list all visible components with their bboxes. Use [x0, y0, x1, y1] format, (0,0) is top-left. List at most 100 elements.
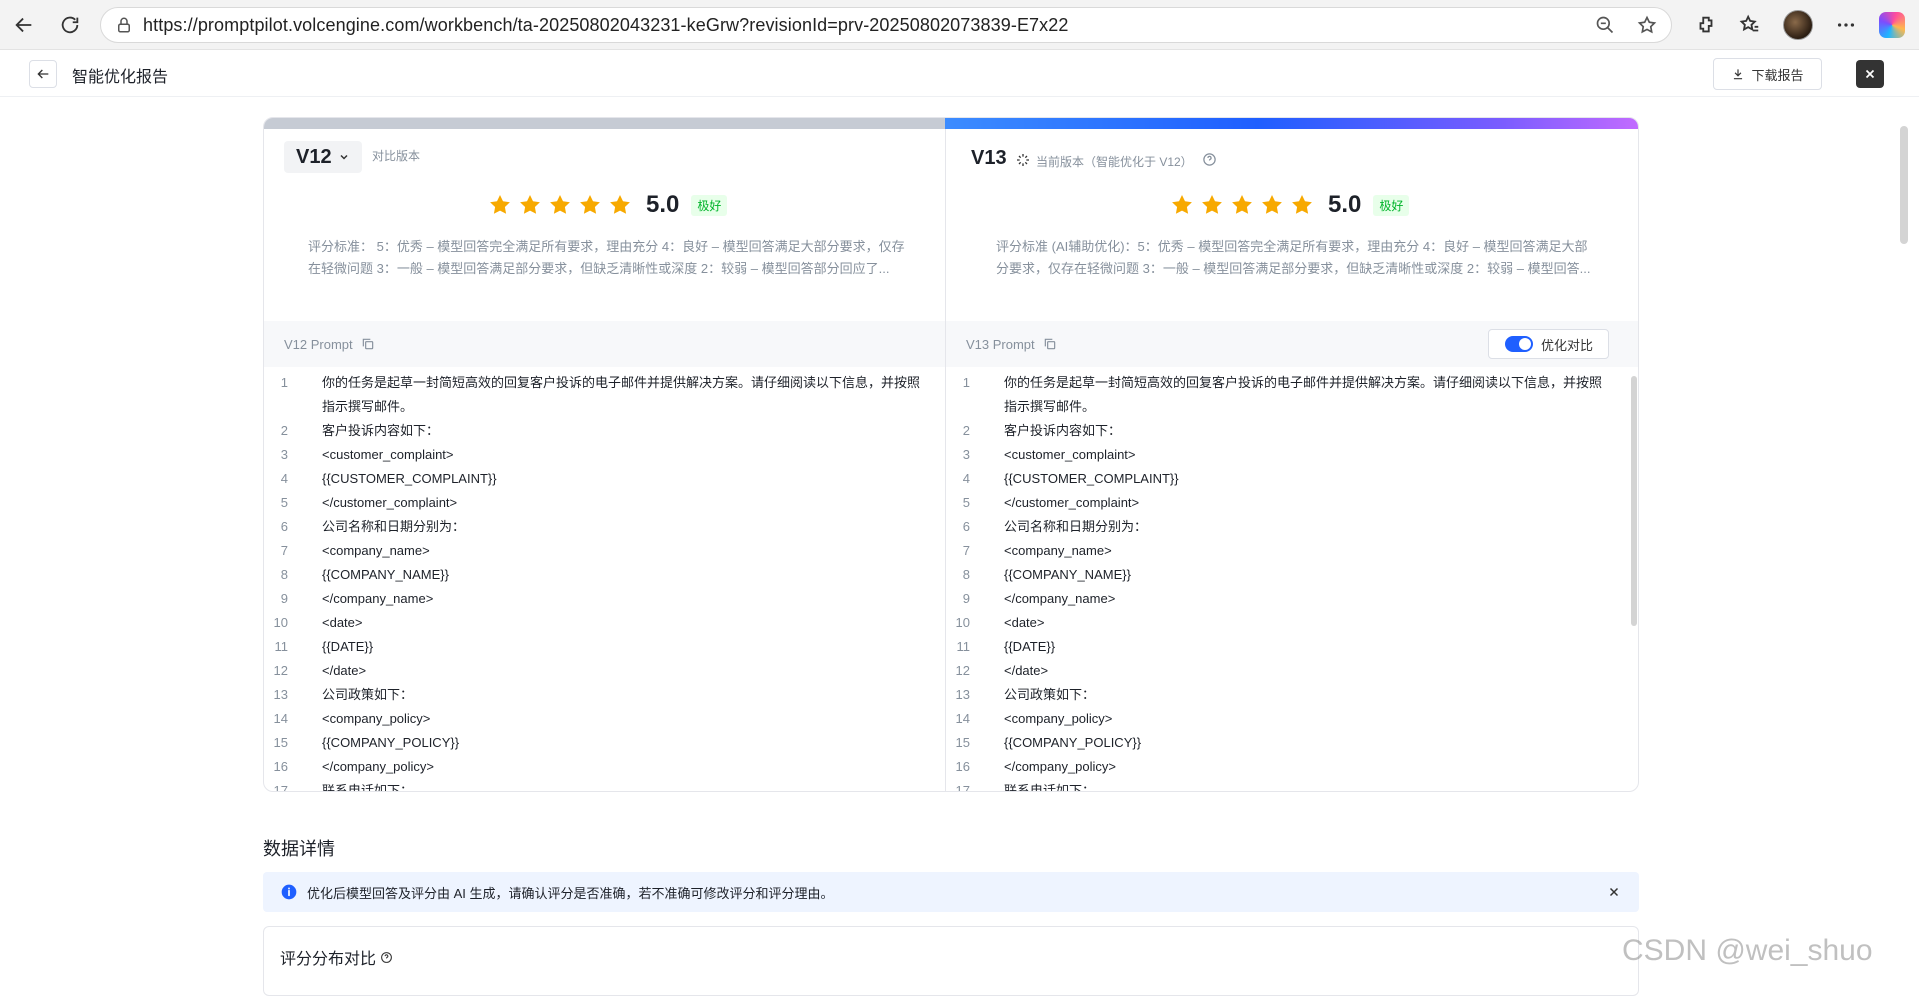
profile-avatar[interactable]	[1783, 10, 1813, 40]
line-text: 你的任务是起草一封简短高效的回复客户投诉的电子邮件并提供解决方案。请仔细阅读以下…	[1004, 375, 1603, 414]
star-rating	[488, 193, 632, 217]
line-text: {{COMPANY_POLICY}}	[1004, 735, 1142, 750]
help-icon[interactable]	[380, 951, 393, 964]
more-menu-icon[interactable]	[1835, 14, 1857, 36]
code-line: 9 </company_name>	[264, 587, 924, 611]
download-label: 下载报告	[1751, 67, 1804, 83]
copilot-icon[interactable]	[1879, 12, 1905, 38]
code-line: 13 公司政策如下：	[946, 683, 1606, 707]
prompt-label: V13 Prompt	[966, 336, 1035, 352]
address-bar[interactable]: https://promptpilot.volcengine.com/workb…	[100, 7, 1672, 43]
line-number: 11	[956, 639, 971, 654]
copy-icon[interactable]	[361, 337, 375, 351]
close-icon[interactable]	[1607, 885, 1621, 899]
code-line: 16 </company_policy>	[946, 755, 1606, 779]
back-button[interactable]	[29, 60, 57, 88]
version-select[interactable]: V12	[284, 141, 362, 173]
code-line: 13 公司政策如下：	[264, 683, 924, 707]
line-text: <customer_complaint>	[322, 447, 454, 462]
line-text: <company_name>	[322, 543, 430, 558]
star-icon	[1172, 195, 1192, 214]
toggle-label: 优化对比	[1541, 337, 1594, 353]
line-number: 12	[273, 663, 288, 678]
star-icon	[1262, 195, 1282, 214]
favorites-icon[interactable]	[1739, 14, 1761, 36]
back-arrow-icon[interactable]	[6, 7, 42, 43]
arrow-left-icon	[37, 69, 49, 79]
compare-version-label: 对比版本	[372, 149, 421, 163]
code-line: 1 你的任务是起草一封简短高效的回复客户投诉的电子邮件并提供解决方案。请仔细阅读以…	[946, 371, 1606, 419]
score-value: 5.0	[1328, 191, 1362, 218]
copy-icon[interactable]	[1043, 337, 1057, 351]
download-report-button[interactable]: 下载报告	[1713, 58, 1822, 90]
line-text: {{COMPANY_NAME}}	[1004, 567, 1131, 582]
line-text: 公司政策如下：	[1004, 687, 1096, 702]
star-icon	[520, 195, 540, 214]
line-number: 3	[962, 447, 970, 462]
line-text: 你的任务是起草一封简短高效的回复客户投诉的电子邮件并提供解决方案。请仔细阅读以下…	[322, 375, 921, 414]
code-line: 15 {{COMPANY_POLICY}}	[264, 731, 924, 755]
code-line: 15 {{COMPANY_POLICY}}	[946, 731, 1606, 755]
sparkle-icon	[1017, 154, 1029, 166]
favorite-star-icon[interactable]	[1637, 15, 1657, 35]
toggle-switch[interactable]	[1505, 336, 1533, 352]
line-text: </company_name>	[322, 591, 434, 606]
lock-icon[interactable]	[115, 16, 133, 34]
line-text: 公司名称和日期分别为：	[322, 519, 466, 534]
code-line: 5 </customer_complaint>	[946, 491, 1606, 515]
line-text: {{CUSTOMER_COMPLAINT}}	[322, 471, 497, 486]
code-line: 17 联系电话如下：	[946, 779, 1606, 791]
extensions-icon[interactable]	[1695, 14, 1717, 36]
line-text: 公司名称和日期分别为：	[1004, 519, 1148, 534]
line-number: 9	[280, 591, 288, 606]
line-number: 16	[273, 759, 288, 774]
code-line: 17 联系电话如下：	[264, 779, 924, 792]
code-line: 5 </customer_complaint>	[264, 491, 924, 515]
line-number: 8	[280, 567, 288, 582]
line-number: 1	[280, 375, 288, 390]
line-number: 13	[955, 687, 970, 702]
code-line: 9 </company_name>	[946, 587, 1606, 611]
page-scrollbar[interactable]	[1900, 126, 1908, 244]
code-line: 7 <company_name>	[264, 539, 924, 563]
line-text: {{CUSTOMER_COMPLAINT}}	[1004, 471, 1179, 486]
code-line: 4 {{CUSTOMER_COMPLAINT}}	[946, 467, 1606, 491]
line-number: 7	[280, 543, 288, 558]
prompt-scrollbar[interactable]	[1631, 376, 1637, 626]
star-icon	[1232, 195, 1252, 214]
prompt-code: 1 你的任务是起草一封简短高效的回复客户投诉的电子邮件并提供解决方案。请仔细阅读以…	[946, 367, 1606, 791]
code-line: 4 {{CUSTOMER_COMPLAINT}}	[264, 467, 924, 491]
line-text: 联系电话如下：	[322, 783, 414, 792]
prompt-header: V12 Prompt	[264, 321, 945, 367]
line-number: 16	[955, 759, 970, 774]
score-value: 5.0	[646, 191, 680, 218]
app-header: 智能优化报告 下载报告	[0, 51, 1919, 97]
grade-badge: 极好	[1373, 194, 1410, 216]
code-line: 2 客户投诉内容如下：	[946, 419, 1606, 443]
distribution-title: 评分分布对比	[280, 951, 377, 968]
line-number: 15	[955, 735, 970, 750]
reload-icon[interactable]	[52, 7, 88, 43]
code-line: 3 <customer_complaint>	[946, 443, 1606, 467]
code-line: 2 客户投诉内容如下：	[264, 419, 924, 443]
help-icon[interactable]	[1202, 152, 1217, 167]
line-number: 14	[955, 711, 970, 726]
zoom-out-icon[interactable]	[1595, 15, 1615, 35]
line-text: 客户投诉内容如下：	[1004, 423, 1122, 438]
line-number: 8	[962, 567, 970, 582]
code-line: 6 公司名称和日期分别为：	[946, 515, 1606, 539]
criteria-text: 评分标准： 5：优秀 – 模型回答完全满足所有要求，理由充分 4：良好 – 模型…	[308, 239, 905, 276]
line-text: {{DATE}}	[322, 639, 374, 654]
watermark: CSDN @wei_shuo	[1622, 934, 1873, 967]
code-line: 14 <company_policy>	[264, 707, 924, 731]
line-number: 15	[273, 735, 288, 750]
url-text[interactable]: https://promptpilot.volcengine.com/workb…	[143, 15, 1068, 36]
line-text: {{COMPANY_POLICY}}	[322, 735, 460, 750]
line-number: 7	[962, 543, 970, 558]
close-button[interactable]	[1856, 60, 1884, 88]
line-number: 4	[280, 471, 288, 486]
version-value: V13	[971, 147, 1007, 169]
grade-badge: 极好	[691, 194, 728, 216]
line-number: 3	[280, 447, 288, 462]
optimize-compare-toggle[interactable]: 优化对比	[1488, 329, 1609, 359]
